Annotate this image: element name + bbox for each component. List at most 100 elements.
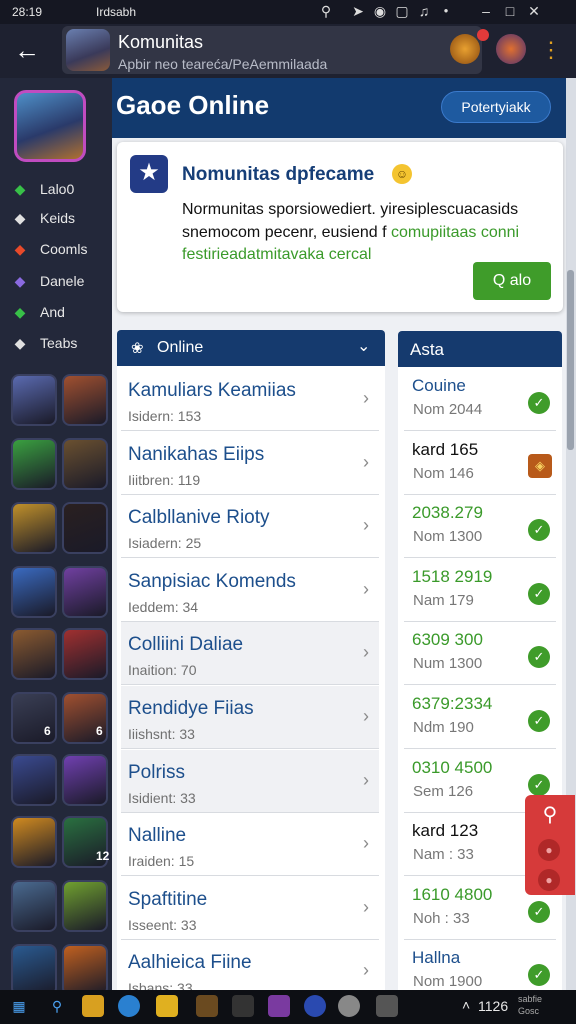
tray-chevron-icon[interactable]: ˄ (462, 997, 470, 1013)
card-text-highlight: comupiitaas conni (391, 224, 520, 241)
asta-list-item[interactable]: Couine Nom 2044 ✓ (404, 368, 556, 431)
check-icon[interactable]: ✓ (528, 710, 550, 732)
game-tile[interactable] (11, 754, 57, 806)
sidebar-item[interactable]: ◆ Coomls (10, 238, 88, 260)
game-taskbar-icon[interactable] (196, 995, 218, 1017)
browser-icon[interactable] (118, 995, 140, 1017)
check-icon[interactable]: ✓ (528, 773, 550, 796)
online-dropdown[interactable]: ❀ Online ⌄ (117, 330, 385, 366)
window-icon[interactable] (376, 995, 398, 1017)
check-icon[interactable]: ✓ (528, 646, 550, 669)
sidebar-item[interactable]: ◆ Keids (10, 207, 75, 229)
online-item-name: Sanpisiac Komends (128, 570, 296, 592)
files-icon[interactable] (156, 995, 178, 1017)
maximize-icon[interactable]: □ (502, 3, 518, 19)
online-list-item[interactable]: Calbllanive Rioty Isiadern: 25 › (121, 495, 379, 559)
page-title: Komunitas (118, 32, 204, 52)
sidebar-item-label: And (40, 304, 65, 320)
shield-icon[interactable]: ◈ (528, 453, 552, 478)
asta-item-detail: Nom 1300 (413, 528, 483, 546)
sidebar-item-label: Danele (40, 273, 85, 289)
banner-title: Gaoe Online (116, 90, 270, 120)
swords-icon: ◆ (14, 210, 26, 226)
game-tile[interactable] (62, 374, 108, 426)
game-tile[interactable] (11, 438, 57, 490)
back-arrow-icon[interactable]: ← (12, 36, 42, 66)
steam-icon[interactable] (338, 995, 360, 1017)
game-tile[interactable] (62, 628, 108, 680)
asta-item-value: Couine (412, 376, 466, 395)
close-icon[interactable]: ✕ (526, 3, 542, 19)
notification-badge (477, 29, 489, 41)
game-app-icon[interactable] (14, 90, 86, 162)
app-bar: ← Komunitas Apbir neo teareća/PeAemmilaa… (0, 24, 576, 78)
game-tile[interactable] (11, 628, 57, 680)
online-list-item[interactable]: Rendidye Fiias Iiishsnt: 33 › (121, 686, 379, 749)
game-tile[interactable] (11, 566, 57, 618)
chevron-right-icon: › (363, 578, 369, 599)
game-tile[interactable] (62, 502, 108, 554)
app-taskbar-icon[interactable] (232, 995, 254, 1017)
online-list-item[interactable]: Kamuliars Keamiias Isidern: 153 › (121, 368, 379, 431)
user-avatar[interactable] (450, 34, 480, 64)
game-tile[interactable] (11, 374, 57, 426)
online-item-name: Polriss (128, 761, 186, 783)
game-tile[interactable] (11, 944, 57, 996)
friend-avatar[interactable] (496, 34, 526, 64)
check-icon[interactable]: ✓ (528, 392, 550, 414)
record-button-icon[interactable]: ● (538, 839, 560, 861)
online-list-item[interactable]: Spaftitine Isseent: 33 › (121, 877, 379, 940)
game-tile[interactable] (62, 944, 108, 996)
card-action-button[interactable]: Q alo (473, 262, 551, 300)
minimize-icon[interactable]: – (478, 3, 494, 19)
status-app: Irdsabh (96, 5, 137, 19)
chevron-right-icon: › (363, 388, 369, 408)
sidebar-item[interactable]: ◆ Lalo0 (10, 178, 75, 200)
online-list-item[interactable]: Polriss Isidient: 33 › (121, 749, 379, 813)
sidebar-item[interactable]: ◆ Teabs (10, 332, 78, 354)
game-tile[interactable] (62, 880, 108, 932)
folder-icon[interactable] (82, 995, 104, 1017)
game-tile[interactable] (62, 566, 108, 618)
online-item-detail: Iraiden: 15 (128, 853, 195, 870)
game-tile[interactable] (11, 502, 57, 554)
volume-icon: ♫ (418, 3, 430, 19)
banner-button[interactable]: Potertyiakk (441, 91, 551, 123)
online-list-item[interactable]: Nanikahas Eiips Iiitbren: 119 › (121, 432, 379, 495)
scrollbar-thumb[interactable] (567, 270, 574, 450)
location-pin-icon[interactable]: ⚲ (537, 803, 563, 829)
asta-list-item[interactable]: 2038.279 Nom 1300 ✓ (404, 495, 556, 559)
game-tile[interactable] (11, 880, 57, 932)
sidebar-item-label: Lalo0 (40, 181, 75, 197)
asta-list-item[interactable]: 1518 2919 Nam 179 ✓ (404, 559, 556, 622)
media-icon[interactable] (268, 995, 290, 1017)
card-text-prefix: snemocom pecenr, eusiend f (182, 224, 387, 241)
sidebar-item[interactable]: ◆ Danele (10, 270, 85, 292)
windows-start-icon[interactable]: ▦ (8, 995, 30, 1017)
asta-list-item[interactable]: kard 165 Nom 146 ◈ (404, 432, 556, 495)
chevron-right-icon: › (363, 515, 369, 536)
chevron-right-icon: › (363, 833, 369, 854)
online-list-item[interactable]: Sanpisiac Komends Ieddem: 34 › (121, 559, 379, 622)
check-icon[interactable]: ✓ (528, 519, 550, 542)
game-tile[interactable] (62, 438, 108, 490)
game-tile[interactable] (11, 816, 57, 868)
online-list-item[interactable]: Colliini Daliae Inaition: 70 › (121, 622, 379, 686)
online-list-item[interactable]: Nalline Iraiden: 15 › (121, 813, 379, 877)
check-icon[interactable]: ✓ (528, 964, 550, 987)
more-options-icon[interactable]: ⋮ (540, 36, 562, 66)
tray-line-1: sabfie (518, 994, 543, 1004)
settings-button-icon[interactable]: ● (538, 869, 560, 891)
game-tile[interactable] (62, 754, 108, 806)
asta-list-item[interactable]: 6379:2334 Ndm 190 ✓ (404, 686, 556, 749)
check-icon[interactable]: ✓ (528, 900, 550, 923)
pin-icon: ⚲ (320, 3, 332, 19)
chevron-right-icon: › (363, 642, 369, 663)
star-icon: ★ (130, 155, 168, 193)
search-icon[interactable]: ⚲ (46, 995, 68, 1017)
asta-list-item[interactable]: 6309 300 Num 1300 ✓ (404, 622, 556, 686)
check-icon[interactable]: ✓ (528, 582, 550, 605)
community-header[interactable]: Komunitas Apbir neo teareća/PeAemmilaada (62, 26, 482, 74)
globe-taskbar-icon[interactable] (304, 995, 326, 1017)
sidebar-item[interactable]: ◆ And (10, 301, 65, 323)
